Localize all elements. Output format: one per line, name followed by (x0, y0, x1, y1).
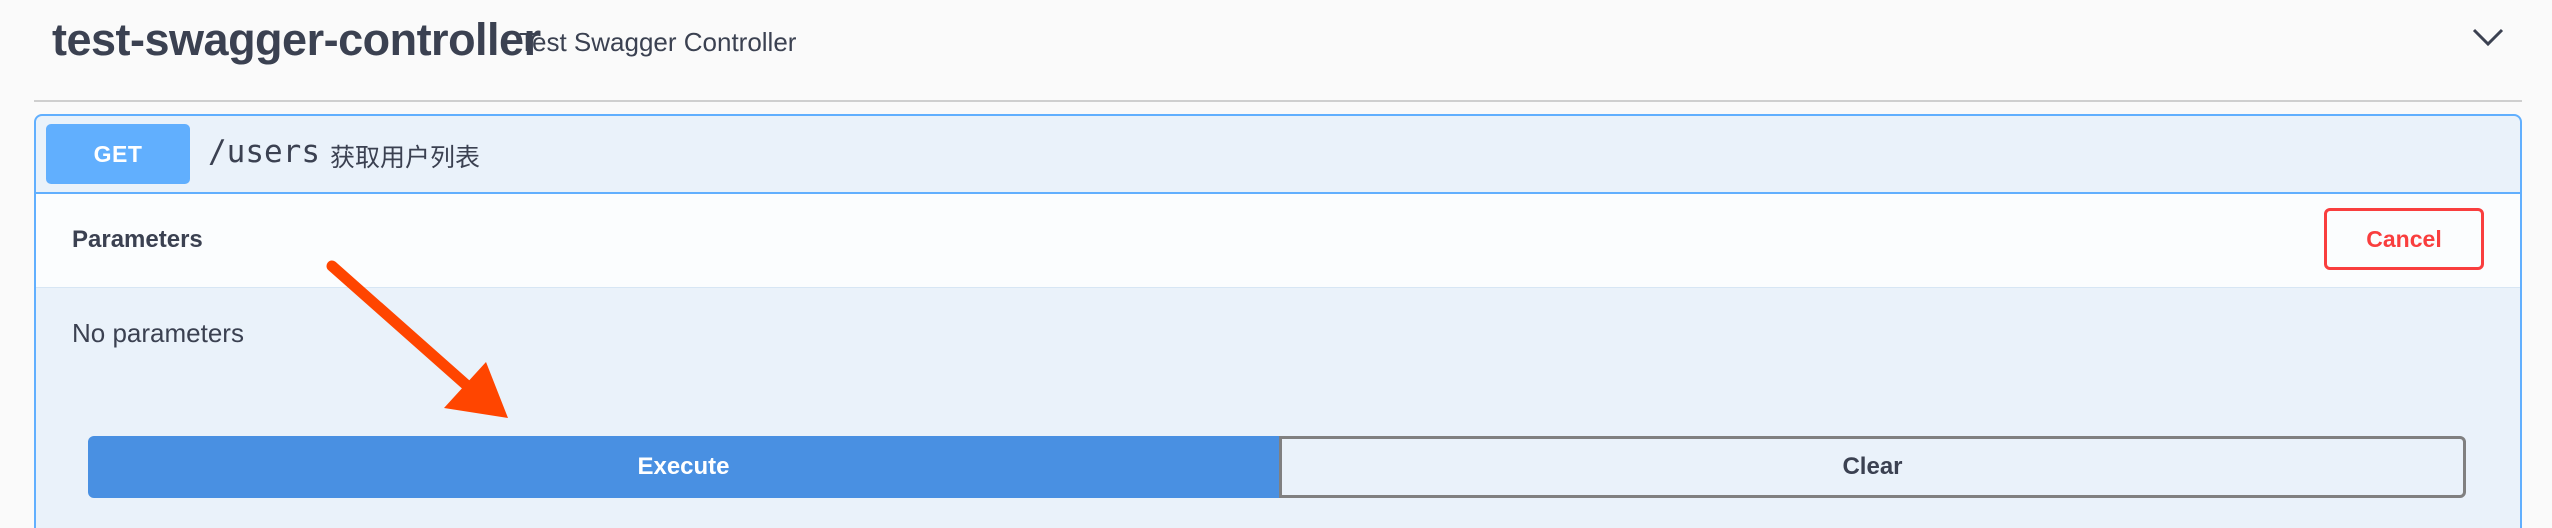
operation-path: /users (208, 134, 320, 170)
execute-wrapper: Execute Clear (88, 436, 2466, 498)
parameters-header: Parameters Cancel (36, 194, 2520, 288)
clear-button[interactable]: Clear (1279, 436, 2466, 498)
operation-summary[interactable]: GET /users 获取用户列表 (36, 116, 2520, 194)
tag-description: Test Swagger Controller (519, 27, 797, 57)
operation-summary-text: 获取用户列表 (330, 144, 481, 172)
cancel-button[interactable]: Cancel (2324, 208, 2484, 270)
tag-name[interactable]: test-swagger-controller (52, 14, 541, 66)
no-parameters-text: No parameters (72, 318, 244, 348)
collapse-button[interactable] (2468, 18, 2508, 58)
execute-button[interactable]: Execute (88, 436, 1279, 498)
swagger-page: test-swagger-controller Test Swagger Con… (0, 0, 2552, 528)
tag-header[interactable]: test-swagger-controller Test Swagger Con… (34, 0, 2522, 102)
method-badge: GET (46, 124, 190, 184)
chevron-down-icon (2472, 28, 2504, 47)
parameters-title: Parameters (72, 226, 203, 253)
